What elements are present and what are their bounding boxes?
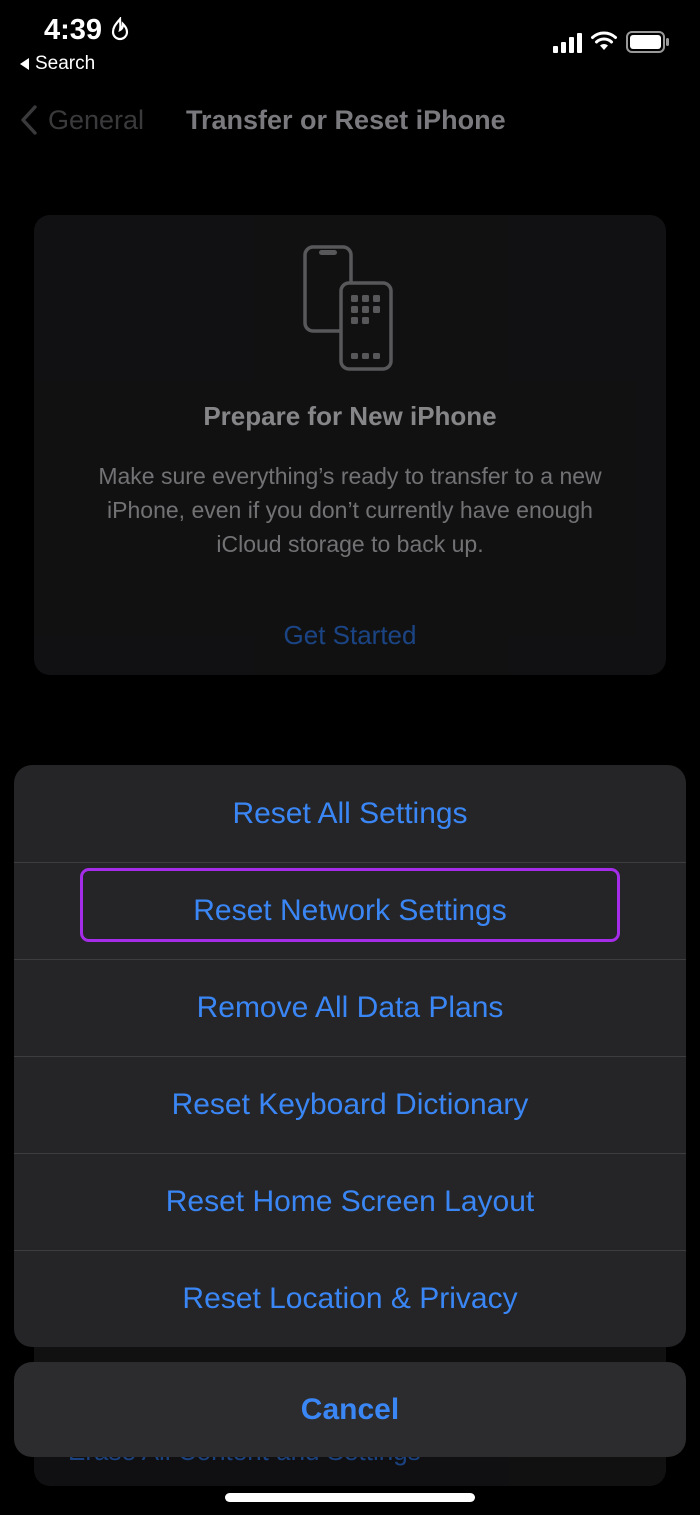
reset-all-settings-button[interactable]: Reset All Settings (14, 765, 686, 862)
back-triangle-icon (20, 58, 29, 70)
reset-location-privacy-button[interactable]: Reset Location & Privacy (14, 1250, 686, 1347)
phones-icon (303, 245, 393, 371)
highlight-annotation-box (80, 868, 620, 942)
battery-icon (626, 31, 669, 53)
prepare-description: Make sure everything’s ready to transfer… (98, 463, 602, 557)
status-time: 4:39 (44, 14, 103, 46)
cancel-button[interactable]: Cancel (14, 1362, 686, 1457)
focus-icon (111, 17, 129, 41)
reset-home-screen-layout-button[interactable]: Reset Home Screen Layout (14, 1153, 686, 1250)
chevron-left-icon (21, 105, 37, 135)
wifi-icon (591, 31, 617, 50)
navigation-bar: General Transfer or Reset iPhone (0, 95, 700, 145)
remove-all-data-plans-button[interactable]: Remove All Data Plans (14, 959, 686, 1056)
prepare-for-new-iphone-card: Prepare for New iPhone Make sure everyth… (34, 215, 666, 675)
status-bar: 4:39 Search (0, 0, 700, 80)
back-to-app-link[interactable]: Search (20, 53, 95, 75)
home-indicator[interactable] (225, 1493, 475, 1502)
nav-back-label: General (48, 104, 145, 135)
get-started-link[interactable]: Get Started (34, 620, 666, 651)
reset-keyboard-dictionary-button[interactable]: Reset Keyboard Dictionary (14, 1056, 686, 1153)
signal-icon (553, 33, 582, 53)
reset-action-sheet: Reset All Settings Reset Network Setting… (14, 765, 686, 1347)
nav-back-button[interactable]: General (20, 95, 144, 145)
page-title: Transfer or Reset iPhone (186, 105, 506, 135)
prepare-title: Prepare for New iPhone (203, 401, 497, 431)
back-to-app-label: Search (35, 53, 96, 74)
